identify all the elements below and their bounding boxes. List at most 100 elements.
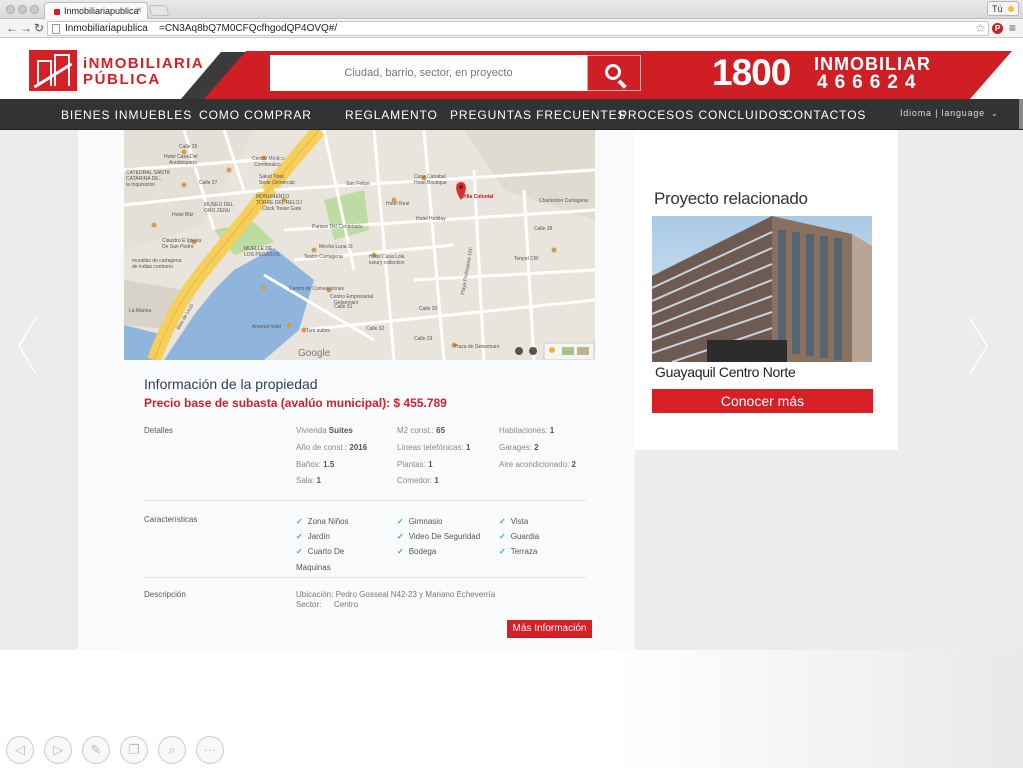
location-text: Ubicación: Pedro Gosseal N42-23 y Marian… bbox=[296, 590, 496, 599]
check-icon: ✓ bbox=[397, 517, 404, 526]
check-icon: ✓ bbox=[499, 547, 506, 556]
more-info-button[interactable]: Más Información bbox=[507, 620, 592, 638]
svg-text:San Felipe: San Felipe bbox=[346, 181, 370, 187]
feature-item: ✓ Cuarto De bbox=[296, 547, 345, 556]
search-button[interactable] bbox=[587, 55, 641, 91]
detail-lineas: Líneas telefónicas: 1 bbox=[397, 443, 471, 452]
related-title: Proyecto relacionado bbox=[654, 189, 808, 208]
check-icon: ✓ bbox=[296, 532, 303, 541]
pinterest-extension-icon[interactable]: P bbox=[992, 23, 1003, 34]
svg-text:Calle 38: Calle 38 bbox=[534, 226, 553, 232]
related-project-name[interactable]: Guayaquil Centro Norte bbox=[655, 364, 796, 380]
check-icon: ✓ bbox=[499, 517, 506, 526]
check-icon: ✓ bbox=[296, 517, 303, 526]
related-project-image[interactable] bbox=[652, 216, 872, 362]
feature-item: ✓ Jardín bbox=[296, 532, 330, 541]
check-icon: ✓ bbox=[499, 532, 506, 541]
new-tab-button[interactable] bbox=[148, 5, 170, 16]
description-label: Descripción bbox=[144, 590, 186, 599]
feature-item: ✓ Zona Niños bbox=[296, 517, 349, 526]
svg-text:Google: Google bbox=[298, 348, 331, 359]
tab-close-icon[interactable]: × bbox=[136, 5, 142, 16]
nav-contactos[interactable]: CONTACTOS bbox=[784, 108, 866, 122]
url-query: =CN3Aq8bQ7M0CFQcfhgodQP4OVQ#/ bbox=[159, 23, 338, 34]
browser-menu-icon[interactable]: ≡ bbox=[1009, 22, 1016, 34]
detail-anio: Año de const.: 2016 bbox=[296, 443, 368, 452]
minimize-window-icon[interactable] bbox=[18, 5, 27, 14]
divider bbox=[144, 500, 586, 501]
learn-more-button[interactable]: Conocer más bbox=[652, 389, 873, 413]
carousel-next-icon[interactable] bbox=[968, 316, 990, 376]
svg-text:Teatro Cartagena: Teatro Cartagena bbox=[304, 254, 343, 260]
detail-banos: Baños: 1.5 bbox=[296, 460, 335, 469]
nav-reglamento[interactable]: REGLAMENTO bbox=[345, 108, 438, 122]
bookmark-star-icon[interactable]: ☆ bbox=[975, 21, 986, 35]
more-options-icon[interactable]: ··· bbox=[196, 736, 224, 764]
svg-text:LOS PEGASOS: LOS PEGASOS bbox=[244, 252, 281, 258]
detail-m2: M2 const.: 65 bbox=[397, 426, 446, 435]
detail-habitaciones: Habitaciones: 1 bbox=[499, 426, 555, 435]
feature-overflow: Maquinas bbox=[296, 563, 331, 572]
svg-text:De San Pedro: De San Pedro bbox=[162, 244, 194, 250]
detail-vivienda: Vivienda Suites bbox=[296, 426, 353, 435]
maximize-window-icon[interactable] bbox=[30, 5, 39, 14]
detail-aire: Aire acondicionado: 2 bbox=[499, 460, 576, 469]
svg-text:Calle 32: Calle 32 bbox=[366, 326, 385, 332]
feature-item: ✓ Video De Seguridad bbox=[397, 532, 481, 541]
back-icon[interactable]: ← bbox=[6, 21, 18, 35]
svg-text:Arzobispado: Arzobispado bbox=[169, 160, 197, 166]
back-circle-icon[interactable]: ◁ bbox=[6, 736, 34, 764]
profile-button[interactable]: Tú bbox=[987, 1, 1019, 16]
sector-value: Centro bbox=[334, 600, 359, 609]
profile-avatar-icon bbox=[1008, 6, 1014, 12]
nav-bienes-inmuebles[interactable]: BIENES INMUEBLES bbox=[61, 108, 192, 122]
svg-text:de indias contorno: de indias contorno bbox=[132, 264, 173, 270]
play-circle-icon[interactable]: ▷ bbox=[44, 736, 72, 764]
svg-text:Comfenalco: Comfenalco bbox=[254, 162, 281, 168]
language-selector[interactable]: Idioma | language ⌄ bbox=[900, 108, 999, 118]
detail-comedor: Comedor: 1 bbox=[397, 476, 439, 485]
favicon-icon bbox=[54, 9, 60, 15]
nav-preguntas-frecuentes[interactable]: PREGUNTAS FRECUENTES bbox=[450, 108, 626, 122]
svg-text:Mecha Luna St: Mecha Luna St bbox=[319, 244, 353, 250]
detail-plantas: Plantas: 1 bbox=[397, 460, 433, 469]
copy-icon[interactable]: ❐ bbox=[120, 736, 148, 764]
profile-label: Tú bbox=[992, 4, 1003, 14]
scrollbar[interactable] bbox=[1019, 99, 1023, 129]
location-map[interactable]: Calle 35 Hotel Casa Del Arzobispado Centr… bbox=[124, 130, 595, 360]
forward-icon[interactable]: → bbox=[20, 21, 32, 35]
address-bar[interactable]: Inmobiliariapublica =CN3Aq8bQ7M0CFQcfhgo… bbox=[47, 21, 989, 36]
svg-text:Calle 31: Calle 31 bbox=[334, 304, 353, 310]
svg-text:Arsenal hotel: Arsenal hotel bbox=[252, 324, 281, 330]
pen-icon[interactable]: ✎ bbox=[82, 736, 110, 764]
browser-tab[interactable]: Inmobiliariapublica × bbox=[44, 2, 148, 19]
search-input[interactable] bbox=[270, 55, 587, 91]
feature-item: ✓ Terraza bbox=[499, 547, 538, 556]
feature-item: ✓ Gimnasio bbox=[397, 517, 443, 526]
property-info-card: Información de la propiedad Precio base … bbox=[124, 360, 595, 650]
divider bbox=[144, 577, 586, 578]
sector-label: Sector: bbox=[296, 600, 322, 609]
close-window-icon[interactable] bbox=[6, 5, 15, 14]
svg-text:la Inquisicion: la Inquisicion bbox=[126, 182, 155, 188]
zoom-icon[interactable]: ⌕ bbox=[158, 736, 186, 764]
svg-text:Villa Colonial: Villa Colonial bbox=[462, 194, 494, 200]
svg-text:Calle 37: Calle 37 bbox=[199, 180, 218, 186]
carousel-prev-icon[interactable] bbox=[16, 316, 38, 376]
svg-text:ORO ZENU: ORO ZENU bbox=[204, 208, 231, 214]
browser-toolbar: ← → ↻ Inmobiliariapublica =CN3Aq8bQ7M0CF… bbox=[0, 19, 1023, 38]
phone-digits: 466624 bbox=[817, 72, 923, 93]
reload-icon[interactable]: ↻ bbox=[34, 21, 44, 35]
site-header: iNMOBILIARIA PÚBLICA 1800 INMOBILIAR 466… bbox=[0, 38, 1023, 99]
detail-sala: Sala: 1 bbox=[296, 476, 321, 485]
nav-como-comprar[interactable]: COMO COMPRAR bbox=[199, 108, 312, 122]
logo-building-icon[interactable] bbox=[29, 50, 77, 91]
details-label: Detalles bbox=[144, 426, 173, 435]
check-icon: ✓ bbox=[296, 547, 303, 556]
property-title: Información de la propiedad bbox=[144, 376, 318, 392]
nav-procesos-concluidos[interactable]: PROCESOS CONCLUIDOS bbox=[619, 108, 787, 122]
svg-text:Sede Comercial: Sede Comercial bbox=[259, 180, 295, 186]
logo-line1[interactable]: iNMOBILIARIA bbox=[83, 55, 204, 72]
logo-line2[interactable]: PÚBLICA bbox=[83, 71, 161, 88]
svg-text:Calle 35: Calle 35 bbox=[179, 144, 198, 150]
